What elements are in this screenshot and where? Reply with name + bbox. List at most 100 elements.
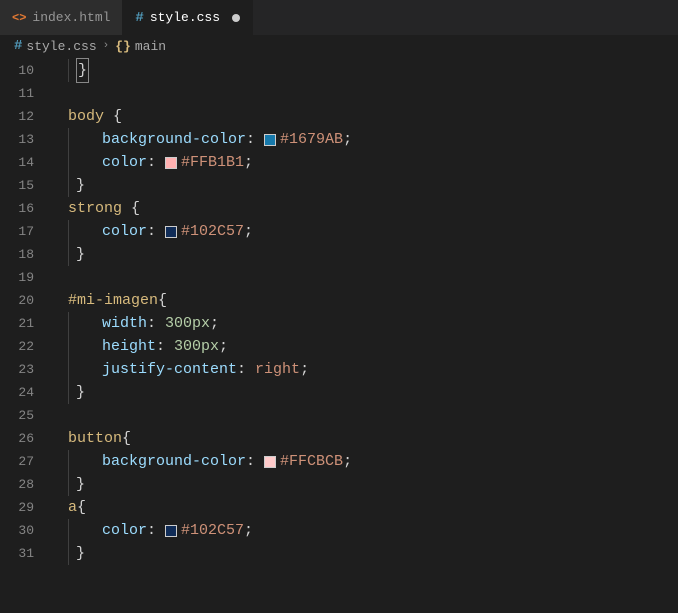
line-number: 18 (0, 243, 34, 266)
code-token: ; (219, 335, 228, 358)
code-token: #102C57 (181, 519, 244, 542)
code-line[interactable]: color: #102C57; (50, 220, 678, 243)
code-area[interactable]: }body {background-color: #1679AB;color: … (50, 57, 678, 613)
code-line[interactable]: } (50, 381, 678, 404)
vertical-scrollbar[interactable] (664, 57, 678, 613)
code-line[interactable] (50, 266, 678, 289)
code-token: { (122, 427, 131, 450)
code-token: ; (210, 312, 219, 335)
code-token: ; (244, 151, 253, 174)
code-line[interactable]: } (50, 243, 678, 266)
tab-index-html[interactable]: <> index.html (0, 0, 123, 35)
code-token: 300px (165, 312, 210, 335)
code-token: : (237, 358, 255, 381)
code-line[interactable]: } (50, 59, 678, 82)
breadcrumb-symbol: main (135, 39, 166, 54)
code-token: : (147, 519, 165, 542)
code-line[interactable]: body { (50, 105, 678, 128)
code-token: ; (244, 519, 253, 542)
code-token: : (147, 220, 165, 243)
code-token: ; (343, 128, 352, 151)
code-token: #mi-imagen (68, 289, 158, 312)
breadcrumb[interactable]: # style.css › {} main (0, 35, 678, 57)
code-token: #FFCBCB (280, 450, 343, 473)
line-number: 15 (0, 174, 34, 197)
code-token: 300px (174, 335, 219, 358)
code-token: } (76, 243, 85, 266)
line-number: 21 (0, 312, 34, 335)
code-token: #FFB1B1 (181, 151, 244, 174)
code-token: ; (244, 220, 253, 243)
color-swatch-icon[interactable] (264, 456, 276, 468)
code-line[interactable]: width: 300px; (50, 312, 678, 335)
code-token: : (147, 312, 165, 335)
line-number: 19 (0, 266, 34, 289)
code-token: ; (343, 450, 352, 473)
line-number: 24 (0, 381, 34, 404)
line-number: 26 (0, 427, 34, 450)
code-line[interactable]: height: 300px; (50, 335, 678, 358)
symbol-icon: {} (115, 39, 131, 54)
code-token: { (77, 496, 86, 519)
line-number: 10 (0, 59, 34, 82)
code-line[interactable]: background-color: #1679AB; (50, 128, 678, 151)
css-file-icon: # (135, 10, 143, 26)
code-token: justify-content (102, 358, 237, 381)
line-number-gutter: 1011121314151617181920212223242526272829… (0, 57, 50, 613)
color-swatch-icon[interactable] (165, 525, 177, 537)
code-token: ; (300, 358, 309, 381)
code-token: right (255, 358, 300, 381)
unsaved-indicator-icon (232, 14, 240, 22)
code-token: height (102, 335, 156, 358)
code-token: #1679AB (280, 128, 343, 151)
code-editor[interactable]: 1011121314151617181920212223242526272829… (0, 57, 678, 613)
code-line[interactable]: background-color: #FFCBCB; (50, 450, 678, 473)
code-token: : (147, 151, 165, 174)
code-token: background-color (102, 450, 246, 473)
code-token: color (102, 151, 147, 174)
css-file-icon: # (14, 38, 22, 54)
code-line[interactable] (50, 82, 678, 105)
code-token: strong (68, 197, 131, 220)
code-token: { (158, 289, 167, 312)
code-line[interactable]: button{ (50, 427, 678, 450)
line-number: 11 (0, 82, 34, 105)
chevron-right-icon: › (103, 40, 110, 52)
color-swatch-icon[interactable] (165, 226, 177, 238)
code-token: } (76, 58, 89, 83)
code-line[interactable] (50, 404, 678, 427)
code-line[interactable]: } (50, 473, 678, 496)
tab-label: index.html (32, 10, 110, 25)
code-line[interactable]: color: #102C57; (50, 519, 678, 542)
line-number: 27 (0, 450, 34, 473)
line-number: 25 (0, 404, 34, 427)
color-swatch-icon[interactable] (165, 157, 177, 169)
code-token: } (76, 381, 85, 404)
line-number: 30 (0, 519, 34, 542)
code-token: background-color (102, 128, 246, 151)
code-token: a (68, 496, 77, 519)
code-token: width (102, 312, 147, 335)
breadcrumb-file: style.css (26, 39, 96, 54)
tab-style-css[interactable]: #style.css (123, 0, 253, 35)
code-token: #102C57 (181, 220, 244, 243)
code-token: body (68, 105, 113, 128)
code-line[interactable]: } (50, 542, 678, 565)
code-line[interactable]: a{ (50, 496, 678, 519)
line-number: 20 (0, 289, 34, 312)
code-token: : (246, 128, 264, 151)
code-line[interactable]: color: #FFB1B1; (50, 151, 678, 174)
code-token: : (156, 335, 174, 358)
code-line[interactable]: #mi-imagen{ (50, 289, 678, 312)
color-swatch-icon[interactable] (264, 134, 276, 146)
line-number: 22 (0, 335, 34, 358)
code-line[interactable]: strong { (50, 197, 678, 220)
code-line[interactable]: justify-content: right; (50, 358, 678, 381)
code-token: color (102, 519, 147, 542)
code-token: color (102, 220, 147, 243)
html-file-icon: <> (12, 11, 26, 25)
code-line[interactable]: } (50, 174, 678, 197)
tab-bar: <> index.html #style.css (0, 0, 678, 35)
line-number: 14 (0, 151, 34, 174)
line-number: 16 (0, 197, 34, 220)
